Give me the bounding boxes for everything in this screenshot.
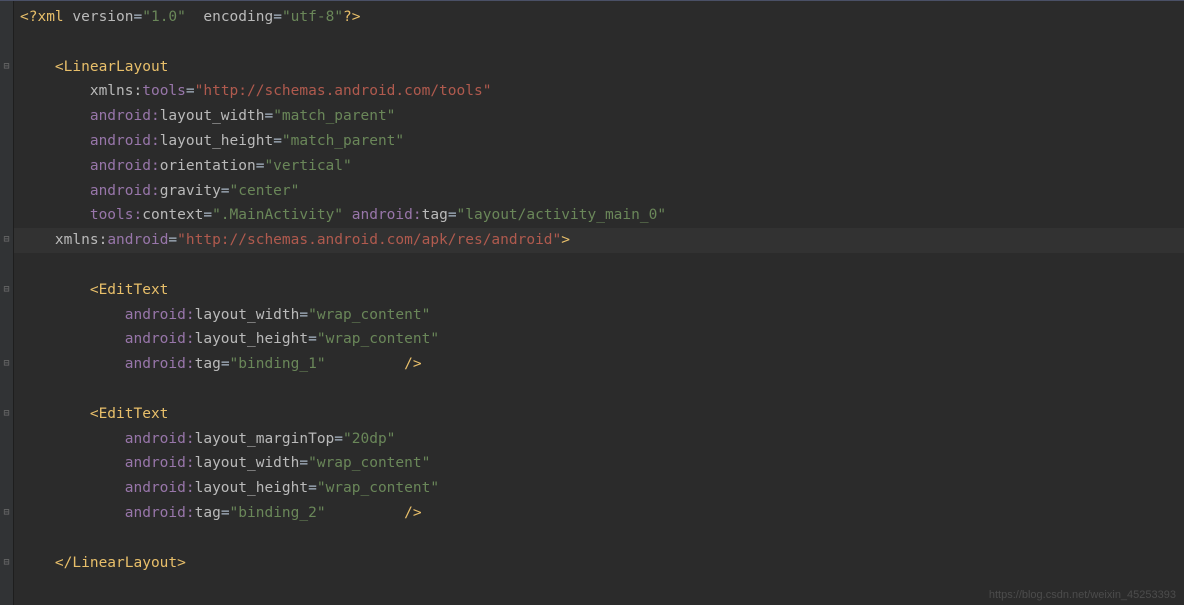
code-line[interactable]: android:gravity="center"	[14, 179, 1184, 204]
watermark-text: https://blog.csdn.net/weixin_45253393	[989, 589, 1176, 601]
code-editor[interactable]: <?xml version="1.0" encoding="utf-8"?> <…	[14, 1, 1184, 605]
fold-toggle-icon[interactable]: ⊟	[2, 285, 11, 294]
code-line[interactable]: android:tag="binding_1" />	[14, 352, 1184, 377]
code-line[interactable]: xmlns:android="http://schemas.android.co…	[14, 228, 1184, 253]
code-line[interactable]: android:layout_width="wrap_content"	[14, 451, 1184, 476]
fold-toggle-icon[interactable]: ⊟	[2, 409, 11, 418]
code-line[interactable]	[14, 30, 1184, 55]
code-line[interactable]: </LinearLayout>	[14, 551, 1184, 576]
code-line[interactable]: xmlns:tools="http://schemas.android.com/…	[14, 79, 1184, 104]
code-line[interactable]	[14, 377, 1184, 402]
code-line[interactable]: android:layout_width="match_parent"	[14, 104, 1184, 129]
code-line[interactable]: tools:context=".MainActivity" android:ta…	[14, 203, 1184, 228]
code-line[interactable]: <EditText	[14, 402, 1184, 427]
fold-toggle-icon[interactable]: ⊟	[2, 558, 11, 567]
code-line[interactable]	[14, 526, 1184, 551]
code-line[interactable]: android:layout_marginTop="20dp"	[14, 427, 1184, 452]
code-line[interactable]: <LinearLayout	[14, 55, 1184, 80]
code-line[interactable]: android:layout_height="match_parent"	[14, 129, 1184, 154]
code-line[interactable]: android:orientation="vertical"	[14, 154, 1184, 179]
fold-toggle-icon[interactable]: ⊟	[2, 235, 11, 244]
fold-toggle-icon[interactable]: ⊟	[2, 359, 11, 368]
editor-gutter: ⊟ ⊟ ⊟ ⊟ ⊟ ⊟ ⊟	[0, 1, 14, 605]
code-line[interactable]	[14, 253, 1184, 278]
code-line[interactable]: android:layout_height="wrap_content"	[14, 327, 1184, 352]
code-line[interactable]: android:tag="binding_2" />	[14, 501, 1184, 526]
code-line[interactable]: android:layout_height="wrap_content"	[14, 476, 1184, 501]
code-line[interactable]: android:layout_width="wrap_content"	[14, 303, 1184, 328]
code-line[interactable]: <EditText	[14, 278, 1184, 303]
fold-toggle-icon[interactable]: ⊟	[2, 62, 11, 71]
fold-toggle-icon[interactable]: ⊟	[2, 508, 11, 517]
code-line[interactable]: <?xml version="1.0" encoding="utf-8"?>	[14, 5, 1184, 30]
